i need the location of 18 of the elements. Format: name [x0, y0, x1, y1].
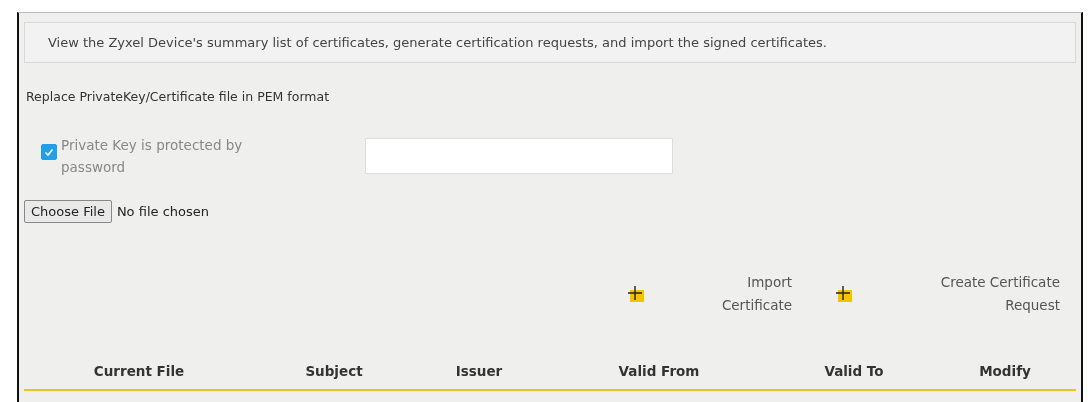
action-link[interactable]: Create Certificate Request: [910, 271, 1060, 317]
column-header: Current File: [92, 363, 186, 379]
action-link[interactable]: Import Certificate: [702, 271, 792, 317]
column-header: Modify: [978, 363, 1032, 379]
checkbox-label: Private Key is protected by password: [61, 136, 244, 177]
section-title: Replace PrivateKey/Certificate file in PEM format: [26, 89, 331, 104]
column-header: Issuer: [454, 363, 504, 379]
column-header: Valid To: [823, 363, 885, 379]
checkbox[interactable]: [41, 144, 57, 160]
add-icon[interactable]: [626, 284, 646, 304]
column-header: Valid From: [617, 363, 701, 379]
add-icon[interactable]: [834, 284, 854, 304]
choose-file-button[interactable]: Choose File: [24, 200, 112, 223]
column-header: Subject: [304, 363, 364, 379]
password-field[interactable]: [365, 138, 673, 174]
intro-text: View the Zyxel Device's summary list of certificates, generate certification requests, and import the signed certificates.: [48, 35, 827, 50]
checkmark-icon: [43, 146, 55, 158]
file-status: No file chosen: [116, 204, 209, 219]
